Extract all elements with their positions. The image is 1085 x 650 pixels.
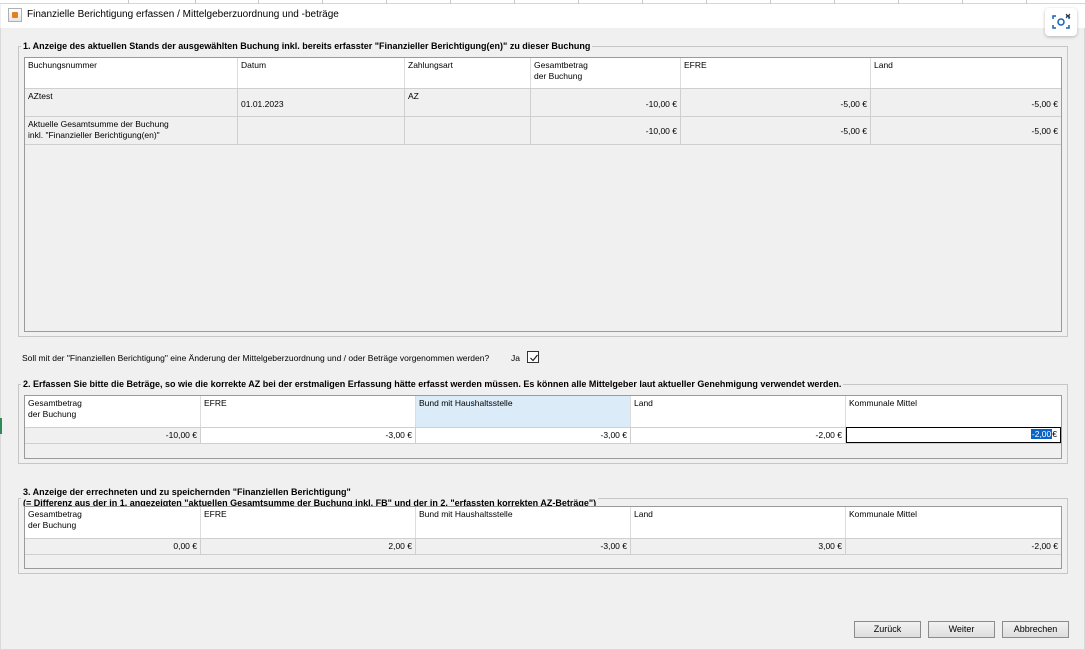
section1-table: Buchungsnummer Datum Zahlungsart Gesamtb… — [24, 57, 1062, 332]
col-datum-header[interactable]: Datum — [238, 58, 405, 88]
java-app-icon — [8, 8, 22, 22]
s3-col-gesamtbetrag-header[interactable]: Gesamtbetrag der Buchung — [25, 507, 201, 538]
window-title: Finanzielle Berichtigung erfassen / Mitt… — [27, 9, 339, 20]
table-row-2-datum[interactable] — [238, 116, 405, 144]
s3-col-bund-header[interactable]: Bund mit Haushaltsstelle — [416, 507, 631, 538]
s3-efre-value: 2,00 € — [201, 538, 416, 554]
change-checkbox[interactable] — [527, 351, 539, 363]
table-row-2-gesamtbetrag[interactable]: -10,00 € — [531, 116, 681, 144]
s2-kommunal-selected-text: -2,00 — [1030, 429, 1053, 439]
cancel-button[interactable]: Abbrechen — [1002, 621, 1069, 638]
s2-empty-area — [25, 443, 1061, 458]
s3-bund-value: -3,00 € — [416, 538, 631, 554]
checkmark-icon — [530, 354, 538, 362]
table-row-2-bezeichnung[interactable]: Aktuelle Gesamtsumme der Buchung inkl. "… — [25, 116, 238, 144]
next-button[interactable]: Weiter — [928, 621, 995, 638]
s3-col-efre-header[interactable]: EFRE — [201, 507, 416, 538]
table-row-1-zahlungsart[interactable]: AZ — [405, 88, 531, 116]
section2-table: Gesamtbetrag der Buchung EFRE Bund mit H… — [24, 395, 1062, 459]
s2-col-gesamtbetrag-header[interactable]: Gesamtbetrag der Buchung — [25, 396, 201, 427]
s3-col-kommunal-header[interactable]: Kommunale Mittel — [846, 507, 1061, 538]
s2-gesamtbetrag-value: -10,00 € — [25, 427, 201, 443]
s2-col-bund-header[interactable]: Bund mit Haushaltsstelle — [416, 396, 631, 427]
col-land-header[interactable]: Land — [871, 58, 1061, 88]
section3-table: Gesamtbetrag der Buchung EFRE Bund mit H… — [24, 506, 1062, 569]
table-row-1-gesamtbetrag[interactable]: -10,00 € — [531, 88, 681, 116]
s2-efre-input[interactable]: -3,00 € — [201, 427, 416, 443]
table-row-1-buchungsnummer[interactable]: AZtest — [25, 88, 238, 116]
s2-col-land-header[interactable]: Land — [631, 396, 846, 427]
s2-kommunal-input[interactable]: -2,00€ — [846, 427, 1061, 443]
section3-legend-line1: 3. Anzeige der errechneten und zu speich… — [23, 487, 351, 497]
section1-legend: 1. Anzeige des aktuellen Stands der ausg… — [23, 41, 591, 51]
col-buchungsnummer-header[interactable]: Buchungsnummer — [25, 58, 238, 88]
table-row-2-efre[interactable]: -5,00 € — [681, 116, 871, 144]
s2-col-kommunal-header[interactable]: Kommunale Mittel — [846, 396, 1061, 427]
s2-col-efre-header[interactable]: EFRE — [201, 396, 416, 427]
s3-gesamtbetrag-value: 0,00 € — [25, 538, 201, 554]
s2-kommunal-currency: € — [1052, 429, 1057, 439]
table-empty-area — [25, 144, 1061, 331]
s3-empty-area — [25, 554, 1061, 568]
s3-kommunal-value: -2,00 € — [846, 538, 1061, 554]
s2-bund-input[interactable]: -3,00 € — [416, 427, 631, 443]
back-button[interactable]: Zurück — [854, 621, 921, 638]
s2-land-input[interactable]: -2,00 € — [631, 427, 846, 443]
table-row-2-zahlungsart[interactable] — [405, 116, 531, 144]
s3-col-land-header[interactable]: Land — [631, 507, 846, 538]
col-gesamtbetrag-header[interactable]: Gesamtbetrag der Buchung — [531, 58, 681, 88]
table-row-1-efre[interactable]: -5,00 € — [681, 88, 871, 116]
table-row-1-datum[interactable]: 01.01.2023 — [238, 88, 405, 116]
col-efre-header[interactable]: EFRE — [681, 58, 871, 88]
s3-land-value: 3,00 € — [631, 538, 846, 554]
ja-label: Ja — [511, 353, 520, 363]
table-row-2-land[interactable]: -5,00 € — [871, 116, 1061, 144]
section2-legend: 2. Erfassen Sie bitte die Beträge, so wi… — [23, 379, 842, 389]
col-zahlungsart-header[interactable]: Zahlungsart — [405, 58, 531, 88]
table-row-1-land[interactable]: -5,00 € — [871, 88, 1061, 116]
change-question-label: Soll mit der "Finanziellen Berichtigung"… — [22, 353, 490, 363]
left-edge-accent — [0, 418, 2, 434]
